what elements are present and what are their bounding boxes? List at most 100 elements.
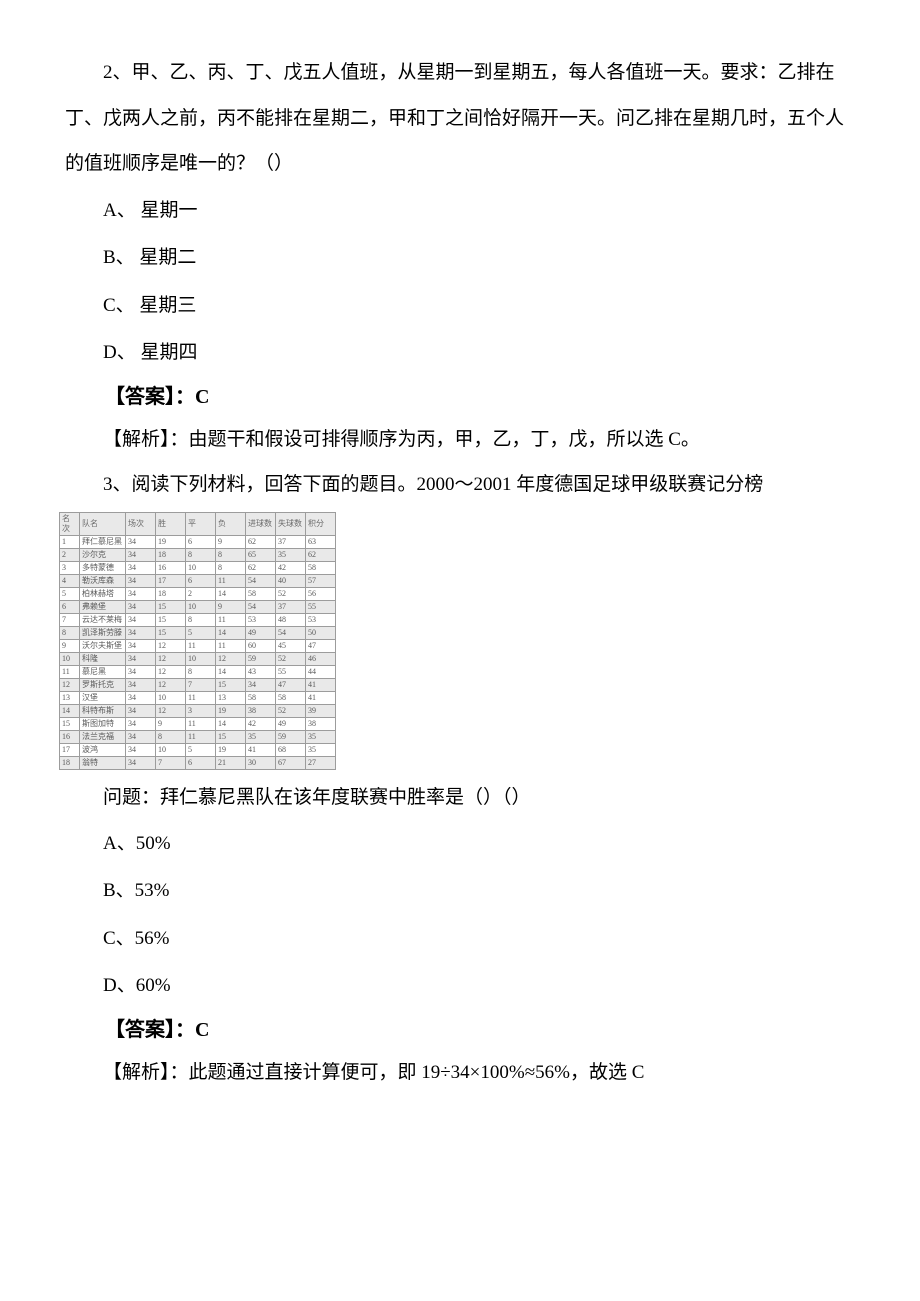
table-cell: 7: [60, 613, 80, 626]
table-cell: 8: [186, 665, 216, 678]
table-cell: 44: [306, 665, 336, 678]
table-cell: 柏林赫塔: [80, 587, 126, 600]
table-cell: 53: [306, 613, 336, 626]
table-cell: 8: [216, 548, 246, 561]
table-cell: 12: [60, 678, 80, 691]
table-cell: 58: [246, 691, 276, 704]
table-cell: 34: [126, 574, 156, 587]
table-header-row: 名次 队名 场次 胜 平 负 进球数 失球数 积分: [60, 512, 336, 535]
table-cell: 凯泽斯劳滕: [80, 626, 126, 639]
table-cell: 12: [156, 704, 186, 717]
q3-explanation: 【解析】：此题通过直接计算便可，即 19÷34×100%≈56%，故选 C: [65, 1050, 855, 1096]
table-cell: 勒沃库森: [80, 574, 126, 587]
table-cell: 10: [156, 691, 186, 704]
q3-stem: 3、阅读下列材料，回答下面的题目。2000～2001 年度德国足球甲级联赛记分榜: [65, 462, 855, 508]
table-cell: 34: [126, 730, 156, 743]
table-cell: 34: [126, 704, 156, 717]
table-cell: 15: [156, 600, 186, 613]
table-cell: 沃尔夫斯堡: [80, 639, 126, 652]
table-cell: 15: [216, 678, 246, 691]
table-cell: 15: [156, 626, 186, 639]
table-cell: 沙尔克: [80, 548, 126, 561]
table-cell: 云达不莱梅: [80, 613, 126, 626]
table-cell: 8: [186, 548, 216, 561]
table-cell: 3: [60, 561, 80, 574]
table-cell: 55: [276, 665, 306, 678]
table-cell: 34: [126, 665, 156, 678]
table-cell: 35: [276, 548, 306, 561]
th-rank: 名次: [60, 512, 80, 535]
table-cell: 46: [306, 652, 336, 665]
table-cell: 34: [126, 535, 156, 548]
table-cell: 12: [156, 665, 186, 678]
table-cell: 21: [216, 756, 246, 769]
table-cell: 58: [306, 561, 336, 574]
q2-explanation: 【解析】：由题干和假设可排得顺序为丙，甲，乙，丁，戊，所以选 C。: [65, 417, 855, 463]
table-row: 9沃尔夫斯堡34121111604547: [60, 639, 336, 652]
q2-answer: 【答案】：C: [65, 377, 855, 417]
table-cell: 14: [216, 665, 246, 678]
table-cell: 38: [306, 717, 336, 730]
q2-stem: 2、甲、乙、丙、丁、戊五人值班，从星期一到星期五，每人各值班一天。要求：乙排在丁…: [65, 50, 855, 187]
table-row: 7云达不莱梅3415811534853: [60, 613, 336, 626]
q3-option-c: C、56%: [65, 915, 855, 963]
table-cell: 6: [186, 756, 216, 769]
th-ga: 失球数: [276, 512, 306, 535]
table-cell: 11: [216, 639, 246, 652]
q3-question: 问题：拜仁慕尼黑队在该年度联赛中胜率是（）（）: [65, 776, 855, 820]
league-table-body: 1拜仁慕尼黑3419696237632沙尔克3418886535623多特蒙德3…: [60, 535, 336, 769]
table-cell: 12: [156, 639, 186, 652]
table-cell: 54: [246, 600, 276, 613]
table-cell: 34: [126, 717, 156, 730]
table-cell: 6: [186, 535, 216, 548]
table-cell: 65: [246, 548, 276, 561]
th-gf: 进球数: [246, 512, 276, 535]
table-cell: 10: [186, 652, 216, 665]
table-cell: 34: [126, 678, 156, 691]
q2-option-b: B、 星期二: [65, 234, 855, 282]
q3-option-d: D、60%: [65, 962, 855, 1010]
table-cell: 12: [216, 652, 246, 665]
league-table: 名次 队名 场次 胜 平 负 进球数 失球数 积分 1拜仁慕尼黑34196962…: [59, 512, 336, 770]
document-page: 2、甲、乙、丙、丁、戊五人值班，从星期一到星期五，每人各值班一天。要求：乙排在丁…: [0, 0, 920, 1135]
table-cell: 34: [246, 678, 276, 691]
table-cell: 波鸿: [80, 743, 126, 756]
q3-option-b: B、53%: [65, 867, 855, 915]
table-cell: 34: [126, 613, 156, 626]
table-cell: 41: [246, 743, 276, 756]
table-cell: 50: [306, 626, 336, 639]
table-cell: 63: [306, 535, 336, 548]
table-cell: 59: [276, 730, 306, 743]
table-cell: 35: [246, 730, 276, 743]
table-cell: 57: [306, 574, 336, 587]
table-cell: 48: [276, 613, 306, 626]
table-cell: 9: [60, 639, 80, 652]
table-cell: 27: [306, 756, 336, 769]
table-cell: 53: [246, 613, 276, 626]
table-row: 1拜仁慕尼黑341969623763: [60, 535, 336, 548]
th-lose: 负: [216, 512, 246, 535]
table-cell: 7: [156, 756, 186, 769]
table-cell: 34: [126, 756, 156, 769]
table-cell: 37: [276, 535, 306, 548]
table-cell: 37: [276, 600, 306, 613]
table-row: 3多特蒙德3416108624258: [60, 561, 336, 574]
table-cell: 9: [216, 535, 246, 548]
table-cell: 11: [60, 665, 80, 678]
table-cell: 9: [156, 717, 186, 730]
table-cell: 10: [186, 561, 216, 574]
table-cell: 54: [246, 574, 276, 587]
th-win: 胜: [156, 512, 186, 535]
table-cell: 55: [306, 600, 336, 613]
table-row: 15斯图加特3491114424938: [60, 717, 336, 730]
table-cell: 52: [276, 652, 306, 665]
table-cell: 60: [246, 639, 276, 652]
table-row: 6弗赖堡3415109543755: [60, 600, 336, 613]
table-cell: 16: [156, 561, 186, 574]
table-cell: 12: [156, 652, 186, 665]
table-cell: 62: [246, 561, 276, 574]
table-cell: 56: [306, 587, 336, 600]
table-cell: 10: [156, 743, 186, 756]
table-cell: 30: [246, 756, 276, 769]
table-cell: 11: [216, 613, 246, 626]
